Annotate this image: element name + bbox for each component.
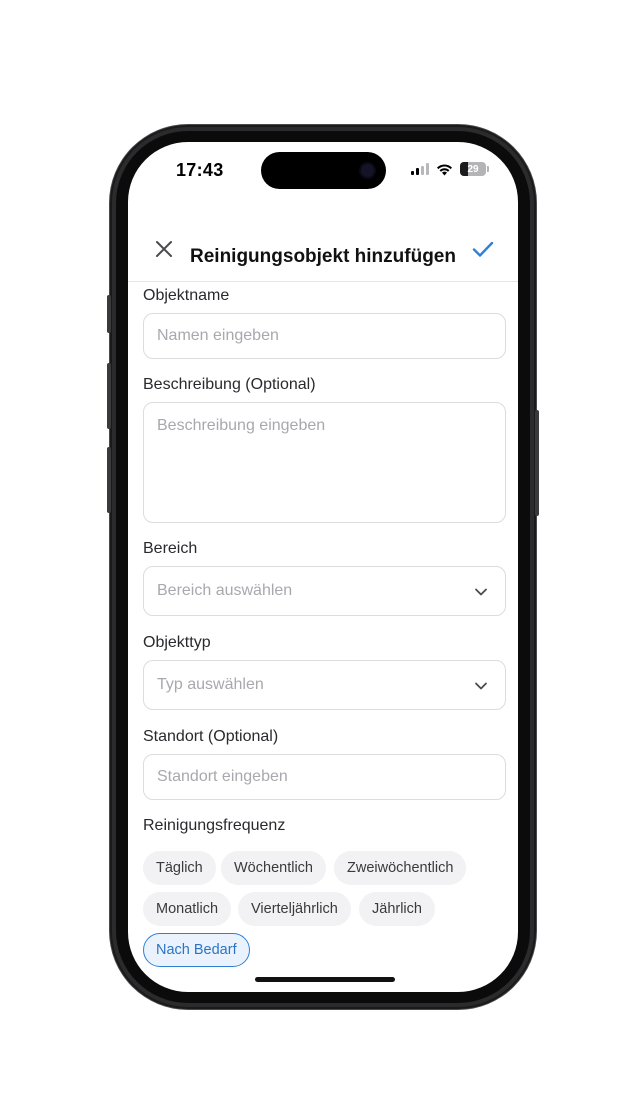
- home-indicator: [255, 977, 395, 982]
- camera-icon: [361, 164, 374, 177]
- page-title: Reinigungsobjekt hinzufügen: [190, 246, 456, 267]
- location-input[interactable]: Standort eingeben: [143, 754, 506, 800]
- action-button: [107, 295, 111, 333]
- object-name-placeholder: Namen eingeben: [157, 327, 279, 344]
- status-icons: 29: [411, 161, 489, 177]
- description-textarea[interactable]: Beschreibung eingeben: [143, 402, 506, 523]
- area-select[interactable]: Bereich auswählen: [143, 566, 506, 616]
- area-label: Bereich: [143, 540, 198, 557]
- chip-yearly[interactable]: Jährlich: [359, 892, 435, 926]
- screen: 17:43 29 Reinigungsobjekt hinzufügen Obj…: [128, 142, 518, 992]
- object-type-placeholder: Typ auswählen: [157, 676, 264, 693]
- volume-down-button: [107, 447, 111, 513]
- phone-frame: 17:43 29 Reinigungsobjekt hinzufügen Obj…: [107, 125, 539, 1009]
- description-placeholder: Beschreibung eingeben: [157, 417, 326, 434]
- status-time: 17:43: [176, 160, 224, 180]
- nav-header: Reinigungsobjekt hinzufügen: [128, 220, 518, 282]
- chip-monthly[interactable]: Monatlich: [143, 892, 232, 926]
- checkmark-icon: [472, 241, 494, 257]
- confirm-button[interactable]: [470, 236, 496, 262]
- chip-weekly[interactable]: Wöchentlich: [221, 851, 326, 885]
- chip-as-needed[interactable]: Nach Bedarf: [143, 933, 250, 967]
- dynamic-island: [261, 152, 386, 189]
- status-bar: 17:43 29: [128, 142, 518, 198]
- object-type-select[interactable]: Typ auswählen: [143, 660, 506, 710]
- battery-level: 29: [467, 163, 479, 175]
- volume-up-button: [107, 363, 111, 429]
- object-name-input[interactable]: Namen eingeben: [143, 313, 506, 359]
- battery-icon: 29: [460, 162, 489, 176]
- cellular-signal-icon: [411, 163, 429, 175]
- chevron-down-icon: [475, 588, 487, 596]
- chevron-down-icon: [475, 682, 487, 690]
- frequency-label: Reinigungsfrequenz: [143, 817, 286, 834]
- wifi-icon: [437, 163, 452, 175]
- chip-daily[interactable]: Täglich: [143, 851, 216, 885]
- object-type-label: Objekttyp: [143, 634, 211, 651]
- object-name-label: Objektname: [143, 287, 230, 304]
- chip-biweekly[interactable]: Zweiwöchentlich: [334, 851, 467, 885]
- area-placeholder: Bereich auswählen: [157, 582, 293, 599]
- chip-quarterly[interactable]: Vierteljährlich: [238, 892, 351, 926]
- location-placeholder: Standort eingeben: [157, 768, 288, 785]
- power-button: [535, 410, 539, 516]
- location-label: Standort (Optional): [143, 728, 279, 745]
- description-label: Beschreibung (Optional): [143, 376, 316, 393]
